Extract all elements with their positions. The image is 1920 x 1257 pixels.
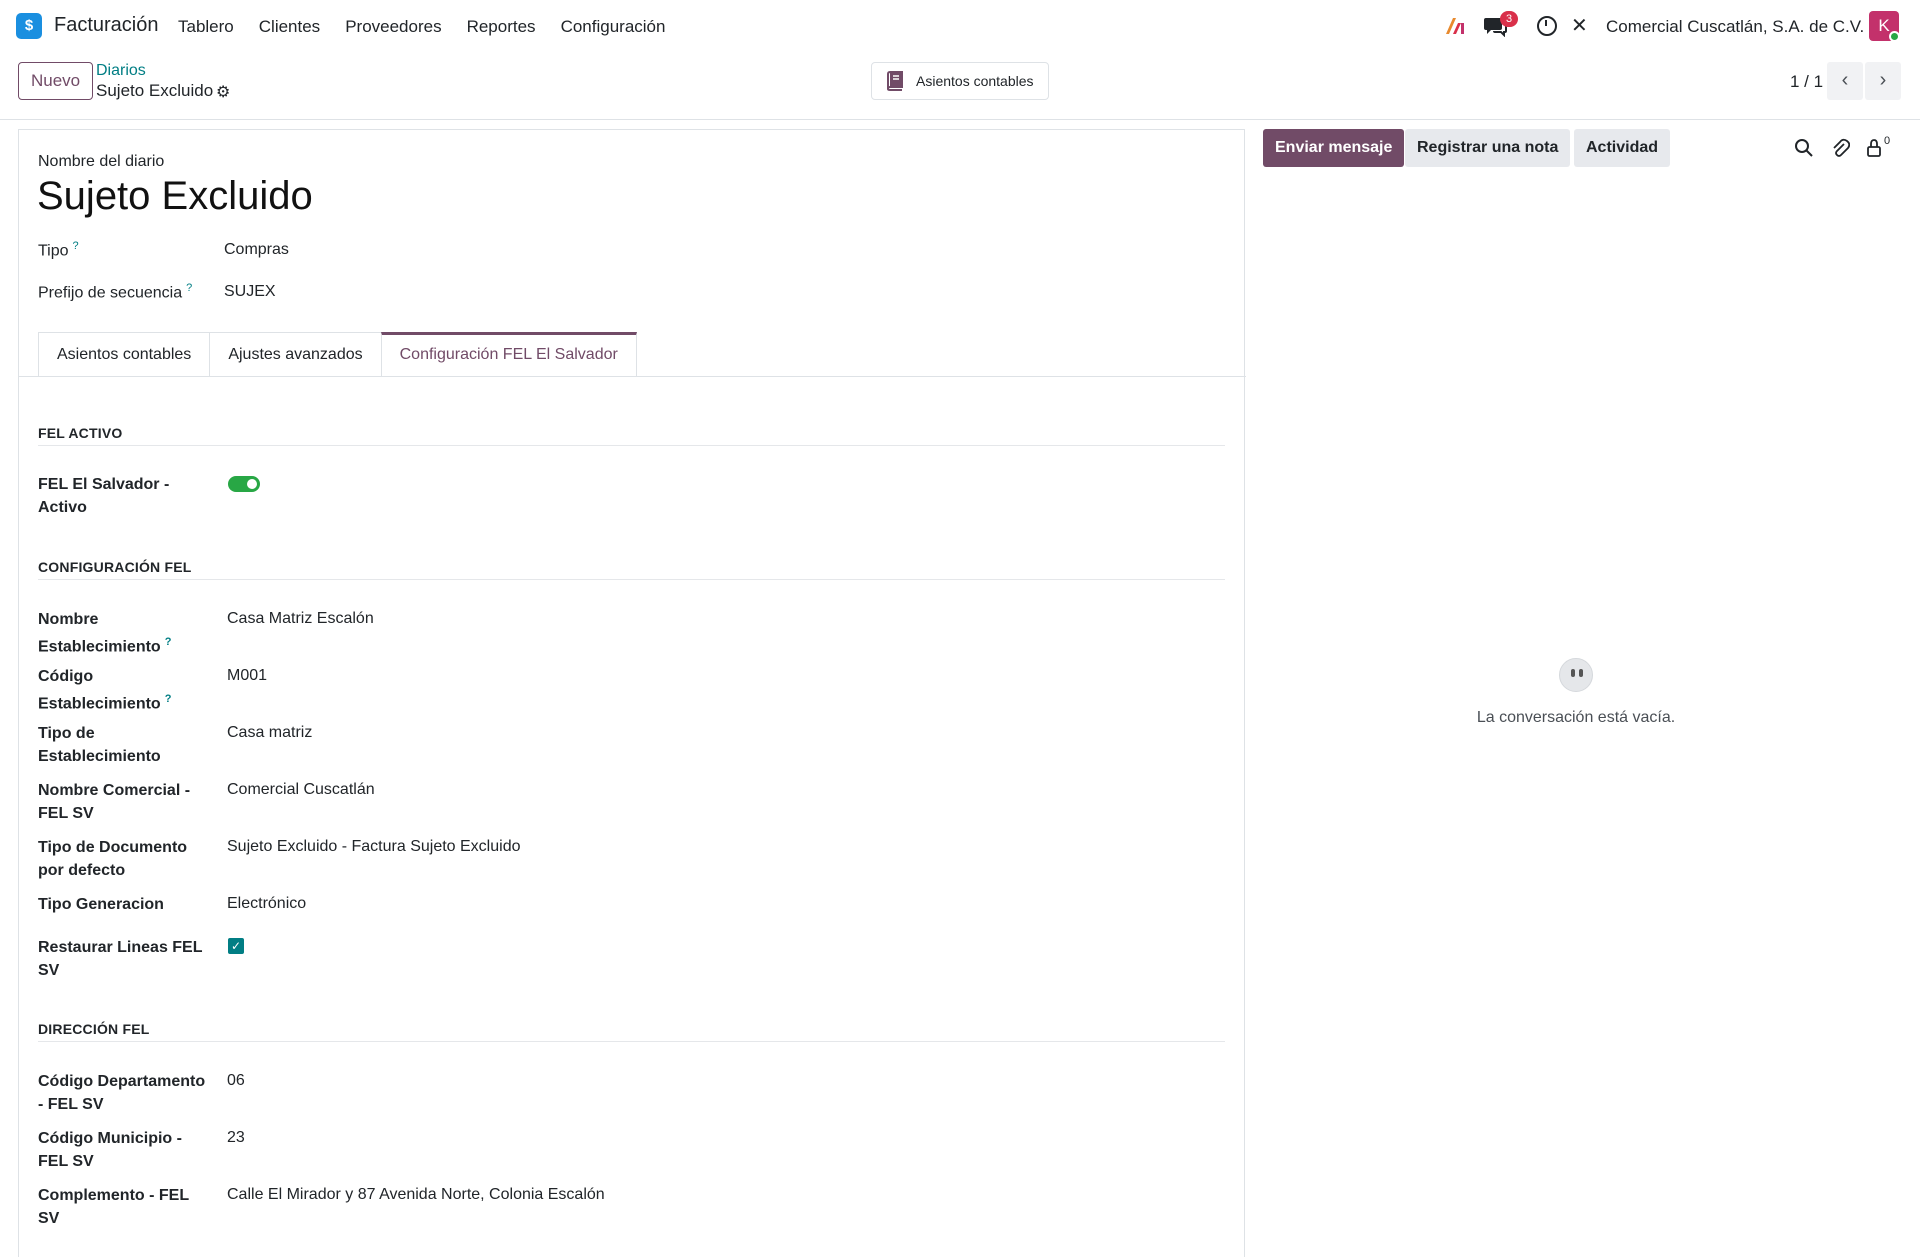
type-label-text: Tipo	[38, 242, 69, 260]
establishment-code-label: Código Establecimiento?	[38, 665, 208, 715]
paperclip-icon[interactable]	[1830, 138, 1850, 158]
tab-asientos-contables[interactable]: Asientos contables	[38, 332, 211, 377]
journal-name-field[interactable]: Sujeto Excluido	[37, 174, 313, 219]
sequence-prefix-field[interactable]: SUJEX	[224, 283, 276, 301]
chevron-left-icon: ‹	[1841, 69, 1849, 91]
sequence-prefix-label-text: Prefijo de secuencia	[38, 284, 183, 302]
form-tabs: Asientos contables Ajustes avanzados Con…	[38, 332, 637, 377]
company-switcher[interactable]: Comercial Cuscatlán, S.A. de C.V.	[1606, 17, 1864, 37]
menu-item-proveedores[interactable]: Proveedores	[345, 17, 441, 37]
tabs-divider	[19, 376, 1246, 377]
help-icon[interactable]: ?	[186, 282, 192, 294]
establishment-type-field[interactable]: Casa matriz	[227, 724, 312, 742]
commercial-name-label: Nombre Comercial - FEL SV	[38, 782, 191, 822]
type-field[interactable]: Compras	[224, 241, 289, 259]
section-divider	[38, 579, 1225, 580]
fel-active-label: FEL El Salvador - Activo	[38, 476, 170, 516]
journal-entries-smart-button[interactable]: Asientos contables	[871, 62, 1049, 100]
tab-ajustes-avanzados[interactable]: Ajustes avanzados	[209, 332, 382, 377]
establishment-code-field[interactable]: M001	[227, 667, 267, 685]
checkmark-icon: ✓	[230, 939, 242, 953]
complement-field[interactable]: Calle El Mirador y 87 Avenida Norte, Col…	[227, 1186, 605, 1204]
menu-item-tablero[interactable]: Tablero	[178, 17, 234, 37]
tab-configuracion-fel[interactable]: Configuración FEL El Salvador	[380, 332, 637, 377]
establishment-name-field[interactable]: Casa Matriz Escalón	[227, 610, 374, 628]
app-name[interactable]: Facturación	[54, 14, 159, 37]
establishment-name-label-text: Nombre Establecimiento	[38, 611, 161, 656]
form-sheet: Nombre del diario Sujeto Excluido Tipo? …	[18, 129, 1246, 1257]
follower-count: 0	[1884, 135, 1891, 147]
complement-label: Complemento - FEL SV	[38, 1187, 189, 1227]
tools-icon[interactable]: ✕	[1571, 15, 1591, 37]
sequence-prefix-label: Prefijo de secuencia?	[38, 282, 192, 302]
app-logo-icon[interactable]: $	[16, 13, 45, 42]
pager-next-button[interactable]: ›	[1865, 62, 1901, 100]
activity-button[interactable]: Actividad	[1574, 129, 1671, 167]
smart-button-label: Asientos contables	[916, 73, 1034, 89]
menu-item-clientes[interactable]: Clientes	[259, 17, 320, 37]
section-direccion-fel: DIRECCIÓN FEL	[38, 1021, 150, 1037]
menu-item-configuracion[interactable]: Configuración	[561, 17, 666, 37]
section-configuracion-fel: CONFIGURACIÓN FEL	[38, 559, 192, 575]
municipality-code-field[interactable]: 23	[227, 1129, 245, 1147]
type-label: Tipo?	[38, 240, 79, 260]
new-button[interactable]: Nuevo	[18, 62, 94, 100]
help-icon[interactable]: ?	[165, 636, 172, 648]
breadcrumb-parent[interactable]: Diarios	[96, 62, 146, 80]
section-divider	[38, 1041, 1225, 1042]
top-navbar: $ Facturación Tablero Clientes Proveedor…	[0, 0, 1920, 52]
fel-active-toggle[interactable]	[228, 476, 260, 492]
chat-badge: 3	[1500, 11, 1519, 27]
department-code-label: Código Departamento - FEL SV	[38, 1073, 206, 1113]
municipality-code-label: Código Municipio - FEL SV	[38, 1130, 182, 1170]
clock-icon[interactable]	[1537, 16, 1557, 36]
menu-item-reportes[interactable]: Reportes	[467, 17, 536, 37]
breadcrumb-current: Sujeto Excluido	[96, 81, 214, 100]
establishment-name-label: Nombre Establecimiento?	[38, 608, 208, 658]
establishment-type-label: Tipo de Establecimiento	[38, 725, 161, 765]
default-document-type-label: Tipo de Documento por defecto	[38, 839, 188, 879]
help-icon[interactable]: ?	[73, 240, 79, 252]
pager-previous-button[interactable]: ‹	[1827, 62, 1863, 100]
generation-type-label: Tipo Generacion	[38, 896, 164, 913]
empty-conversation-message: La conversación está vacía.	[1476, 709, 1676, 726]
default-document-type-field[interactable]: Sujeto Excluido - Factura Sujeto Excluid…	[227, 838, 520, 856]
main-menu: Tablero Clientes Proveedores Reportes Co…	[178, 17, 690, 37]
log-note-button[interactable]: Registrar una nota	[1405, 129, 1571, 167]
send-message-button[interactable]: Enviar mensaje	[1263, 129, 1405, 167]
chevron-right-icon: ›	[1879, 69, 1887, 91]
followers-lock-icon[interactable]	[1864, 138, 1884, 158]
online-status-dot	[1889, 31, 1900, 42]
restore-lines-checkbox[interactable]: ✓	[228, 938, 244, 954]
search-icon[interactable]	[1794, 138, 1814, 158]
restore-lines-label: Restaurar Lineas FEL SV	[38, 939, 203, 979]
gear-icon[interactable]: ⚙	[216, 82, 230, 102]
establishment-code-label-text: Código Establecimiento	[38, 668, 161, 713]
book-icon	[886, 71, 903, 91]
section-fel-activo: FEL ACTIVO	[38, 425, 123, 441]
generation-type-field[interactable]: Electrónico	[227, 895, 306, 913]
app-logo-glyph: $	[24, 17, 34, 34]
pager-value[interactable]: 1 / 1	[1790, 72, 1823, 92]
journal-name-label: Nombre del diario	[38, 153, 165, 170]
section-divider	[38, 445, 1225, 446]
control-panel: Nuevo Diarios Sujeto Excluido ⚙ Asientos…	[0, 52, 1920, 120]
commercial-name-field[interactable]: Comercial Cuscatlán	[227, 781, 375, 799]
empty-conversation-icon	[1559, 658, 1593, 692]
department-code-field[interactable]: 06	[227, 1072, 245, 1090]
help-icon[interactable]: ?	[165, 693, 172, 705]
ai-icon[interactable]	[1444, 15, 1466, 37]
